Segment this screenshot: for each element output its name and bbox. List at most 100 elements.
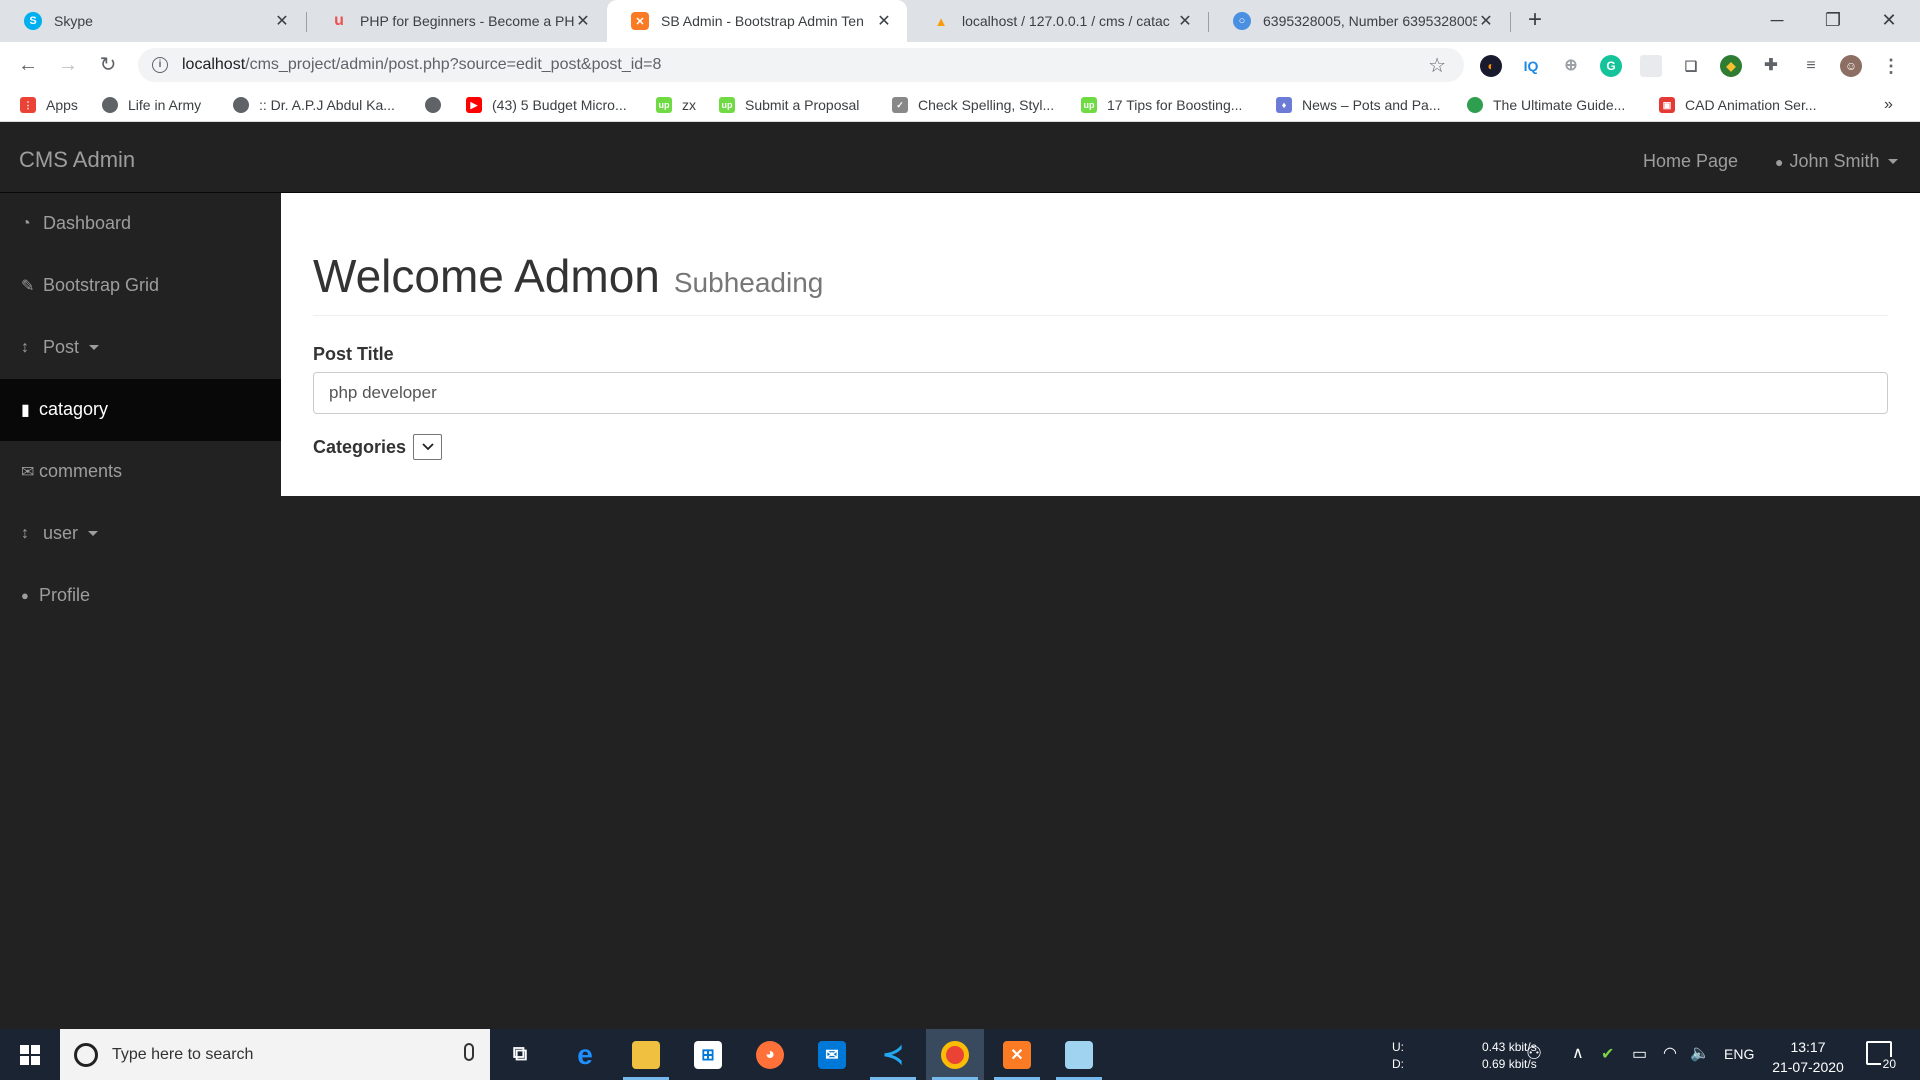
clock-time: 13:17 [1790,1039,1826,1055]
bookmark-label: (43) 5 Budget Micro... [492,97,627,113]
tab-skype[interactable]: S Skype ✕ [0,0,305,42]
post-title-input[interactable] [313,372,1888,414]
start-button[interactable] [0,1029,60,1080]
iq-extension-icon[interactable]: IQ [1520,55,1542,77]
bookmark-label: zx [682,97,696,113]
upwork-icon: up [719,97,735,113]
close-icon[interactable]: ✕ [574,11,592,31]
upwork-icon: up [656,97,672,113]
guide-icon [1467,97,1483,113]
microphone-icon[interactable] [464,1043,474,1061]
bookmark-item[interactable]: Life in Army [102,95,201,115]
more-bookmarks-button[interactable]: » [1884,95,1893,115]
taskbar-vscode[interactable]: ≺ [864,1029,922,1080]
volume-icon[interactable]: 🔈 [1690,1043,1710,1063]
bookmark-item[interactable]: up 17 Tips for Boosting... [1081,95,1242,115]
bookmark-item[interactable]: ▣ CAD Animation Ser... [1659,95,1817,115]
brand-link[interactable]: CMS Admin [19,147,135,173]
bookmark-item[interactable] [425,95,451,115]
menu-icon[interactable]: ⋮ [1880,55,1902,77]
taskbar-edge[interactable]: e [556,1029,614,1080]
categories-select[interactable] [413,434,442,460]
bookmark-item[interactable]: The Ultimate Guide... [1467,95,1625,115]
tab-title: PHP for Beginners - Become a PHP [360,13,574,29]
home-page-link[interactable]: Home Page [1643,151,1738,172]
page-title: Welcome Admon [313,250,660,302]
xampp-icon: ✕ [1003,1040,1031,1069]
sidebar-item-post[interactable]: ↕ Post [0,317,281,379]
address-bar[interactable]: i localhost/cms_project/admin/post.php?s… [138,48,1464,82]
post-title-label: Post Title [313,344,394,364]
url-host: localhost [182,56,246,73]
security-icon[interactable]: ✔ [1601,1044,1614,1064]
globe-extension-icon[interactable]: ⊕ [1560,55,1582,77]
window-close-button[interactable]: ✕ [1866,4,1912,36]
grammarly-icon[interactable]: G [1600,55,1622,77]
close-icon[interactable]: ✕ [1477,11,1495,31]
chevron-up-icon[interactable]: ∧ [1572,1043,1584,1063]
forward-button[interactable]: → [54,51,82,79]
taskbar-firefox[interactable]: ◕ [741,1029,799,1080]
profile-avatar[interactable]: ☺ [1840,55,1862,77]
sidebar-item-dashboard[interactable]: ◔ Dashboard [0,193,281,255]
task-view-button[interactable]: ⧉ [491,1029,549,1080]
sidebar-item-catagory[interactable]: ▮ catagory [0,379,281,441]
copy-extension-icon[interactable]: ❏ [1680,55,1702,77]
globe-icon [233,97,249,113]
puzzle-icon[interactable]: ✚ [1760,55,1782,77]
bookmark-label: 17 Tips for Boosting... [1107,97,1243,113]
sidebar-item-bootstrap-grid[interactable]: ✎ Bootstrap Grid [0,255,281,317]
bookmark-item[interactable]: ♦ News – Pots and Pa... [1276,95,1441,115]
close-icon[interactable]: ✕ [875,11,893,31]
bookmarks-bar: ⋮ Apps Life in Army :: Dr. A.P.J Abdul Ka… [0,88,1920,122]
extension-icon[interactable]: ◐ [1480,55,1502,77]
bookmark-item[interactable]: up Submit a Proposal [719,95,859,115]
taskbar-store[interactable]: ⊞ [679,1029,737,1080]
language-indicator[interactable]: ENG [1724,1046,1754,1062]
sidebar-item-label: comments [39,461,123,481]
tab-number-search[interactable]: ○ 6395328005, Number 6395328005, ✕ [1209,0,1509,42]
url-path: /cms_project/admin/post.php?source=edit_… [245,56,662,73]
new-tab-button[interactable]: + [1520,6,1550,36]
bookmark-apps[interactable]: ⋮ Apps [20,95,78,115]
reading-list-icon[interactable]: ≡ [1800,55,1822,77]
tab-phpmyadmin[interactable]: ▲ localhost / 127.0.0.1 / cms / catac ✕ [908,0,1208,42]
info-icon[interactable]: i [152,57,168,73]
bookmark-item[interactable]: ✓ Check Spelling, Styl... [892,95,1054,115]
sidebar-item-profile[interactable]: ● Profile [0,565,281,627]
bookmark-item[interactable]: :: Dr. A.P.J Abdul Ka... [233,95,395,115]
bookmark-star-icon[interactable]: ☆ [1428,53,1446,78]
tab-title: 6395328005, Number 6395328005, [1263,13,1477,29]
tab-php-beginners[interactable]: u PHP for Beginners - Become a PHP ✕ [306,0,606,42]
xampp-icon: ✕ [631,12,649,30]
bookmark-item[interactable]: up zx [656,95,696,115]
cortana-icon [74,1042,98,1067]
taskbar-search-box[interactable]: Type here to search [60,1029,490,1080]
battery-icon[interactable]: ▭ [1632,1044,1647,1064]
people-icon[interactable]: ⚇ [1526,1043,1542,1064]
extension-icon[interactable] [1640,55,1662,77]
close-icon[interactable]: ✕ [1176,11,1194,31]
wifi-icon[interactable]: ◠ [1663,1043,1677,1063]
taskbar-file-explorer[interactable] [617,1029,675,1080]
restore-button[interactable]: ❐ [1810,4,1856,36]
chrome-icon [941,1040,969,1069]
sidebar-item-user[interactable]: ↕ user [0,503,281,565]
taskbar-xampp[interactable]: ✕ [988,1029,1046,1080]
tab-sb-admin[interactable]: ✕ SB Admin - Bootstrap Admin Ten ✕ [607,0,907,42]
extension-icon[interactable]: ◆ [1720,55,1742,77]
sidebar-item-label: Post [43,337,80,357]
clock[interactable]: 13:17 21-07-2020 [1768,1037,1848,1077]
bookmark-item[interactable]: ▶ (43) 5 Budget Micro... [466,95,627,115]
reload-button[interactable]: ↻ [94,51,122,79]
taskbar-chrome[interactable] [926,1029,984,1080]
action-center-button[interactable]: 20 [1866,1041,1898,1071]
sidebar-item-comments[interactable]: ✉ comments [0,441,281,503]
taskbar-mail[interactable]: ✉ [803,1029,861,1080]
minimize-button[interactable]: ─ [1754,4,1800,36]
wrench-icon: ✎ [21,277,35,295]
user-dropdown[interactable]: ● John Smith [1775,151,1898,172]
taskbar-notepad[interactable] [1050,1029,1108,1080]
back-button[interactable]: ← [14,51,42,79]
close-icon[interactable]: ✕ [273,11,291,31]
